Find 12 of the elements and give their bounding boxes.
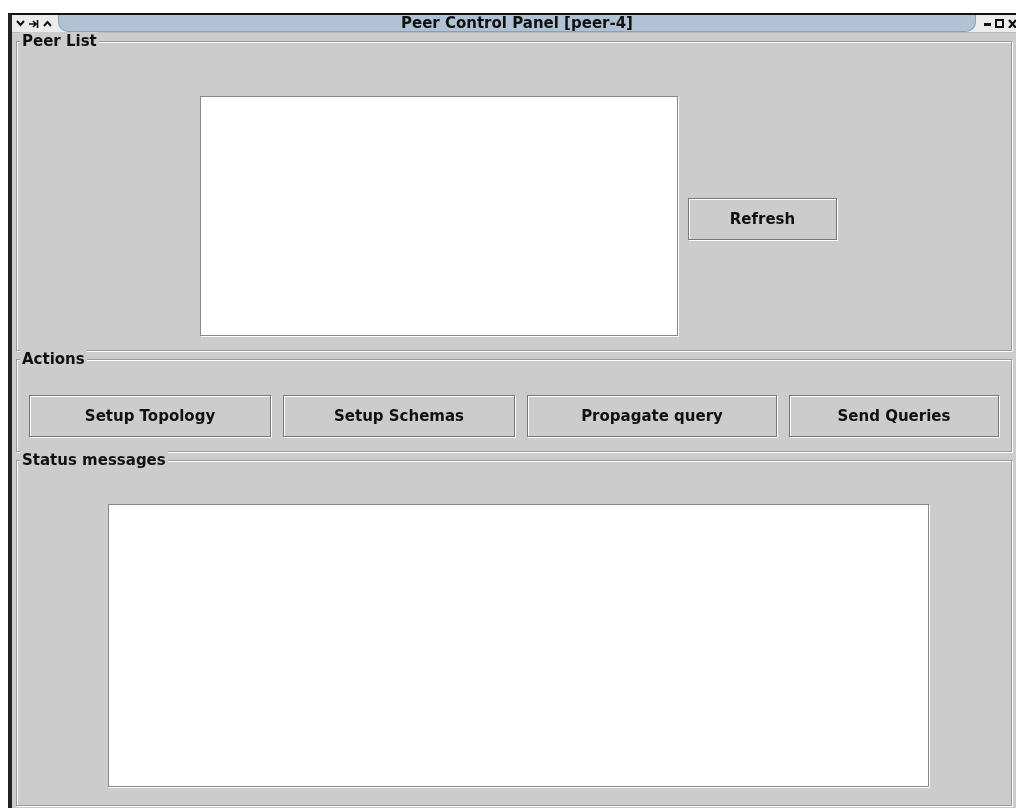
chevron-up-icon[interactable] bbox=[43, 20, 52, 27]
panel-title: Status messages bbox=[20, 451, 168, 469]
chevron-down-icon[interactable] bbox=[16, 20, 25, 27]
action-button[interactable]: Setup Schemas bbox=[283, 395, 515, 437]
refresh-button[interactable]: Refresh bbox=[688, 198, 837, 240]
pin-icon[interactable] bbox=[29, 19, 39, 28]
maximize-icon[interactable] bbox=[995, 19, 1004, 28]
close-icon[interactable] bbox=[1008, 19, 1016, 28]
action-button[interactable]: Send Queries bbox=[789, 395, 999, 437]
action-button[interactable]: Setup Topology bbox=[29, 395, 271, 437]
window-title: Peer Control Panel [peer-4] bbox=[58, 15, 976, 32]
action-button[interactable]: Propagate query bbox=[527, 395, 777, 437]
